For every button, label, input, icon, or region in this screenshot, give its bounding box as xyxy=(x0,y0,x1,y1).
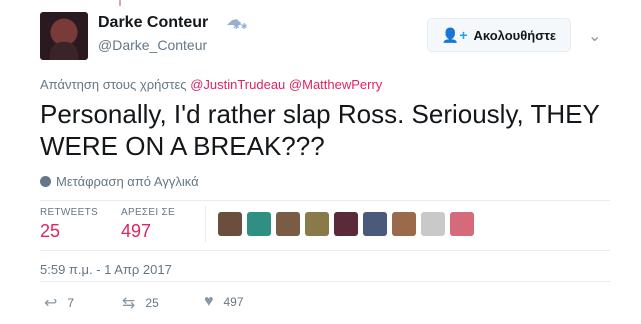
stats-separator xyxy=(205,206,206,242)
snow-icon: ✱✱ xyxy=(233,22,249,31)
mention-link[interactable]: @JustinTrudeau xyxy=(190,77,285,92)
divider xyxy=(40,250,610,251)
reply-context: Απάντηση στους χρήστες @JustinTrudeau @M… xyxy=(40,77,382,92)
follow-user-icon: 👤+ xyxy=(441,26,468,43)
liker-avatar[interactable] xyxy=(276,212,300,236)
display-name[interactable]: Darke Conteur xyxy=(98,14,208,32)
liker-avatar[interactable] xyxy=(363,212,387,236)
retweet-count: 25 xyxy=(145,296,159,310)
liker-avatar[interactable] xyxy=(218,212,242,236)
translate-link[interactable]: Μετάφραση από Αγγλικά xyxy=(40,174,199,189)
liker-avatar[interactable] xyxy=(421,212,445,236)
retweets-count[interactable]: 25 xyxy=(40,221,60,242)
follow-button[interactable]: 👤+ Ακολουθήστε xyxy=(427,18,571,52)
retweet-icon: ⇆ xyxy=(122,295,136,312)
globe-icon xyxy=(40,176,51,187)
user-handle[interactable]: @Darke_Conteur xyxy=(98,37,207,53)
likes-count[interactable]: 497 xyxy=(121,221,151,242)
translate-label: Μετάφραση από Αγγλικά xyxy=(56,174,199,189)
liker-avatars xyxy=(218,212,474,236)
chevron-down-icon[interactable]: ⌄ xyxy=(588,26,601,46)
reply-button[interactable]: ↩ 7 xyxy=(44,293,74,313)
reply-count: 7 xyxy=(67,296,75,310)
reply-prefix: Απάντηση στους χρήστες xyxy=(40,77,187,92)
tweet-text: Personally, I'd rather slap Ross. Seriou… xyxy=(40,99,600,161)
tweet-timestamp[interactable]: 5:59 π.μ. - 1 Απρ 2017 xyxy=(40,262,172,277)
follow-button-label: Ακολουθήστε xyxy=(473,27,557,43)
like-count: 497 xyxy=(223,295,244,309)
retweets-label: RETWEETS xyxy=(40,207,98,218)
avatar[interactable] xyxy=(40,12,88,60)
liker-avatar[interactable] xyxy=(305,212,329,236)
liker-avatar[interactable] xyxy=(247,212,271,236)
mention-link[interactable]: @MatthewPerry xyxy=(289,77,382,92)
divider xyxy=(40,200,610,201)
divider xyxy=(40,281,610,282)
liker-avatar[interactable] xyxy=(450,212,474,236)
top-divider xyxy=(119,0,121,6)
likes-label: ΑΡΕΣΕΙ ΣΕ xyxy=(121,207,175,218)
retweet-button[interactable]: ⇆ 25 xyxy=(122,293,159,313)
liker-avatar[interactable] xyxy=(392,212,416,236)
reply-icon: ↩ xyxy=(44,295,58,312)
liker-avatar[interactable] xyxy=(334,212,358,236)
heart-icon: ♥ xyxy=(204,293,214,310)
like-button[interactable]: ♥ 497 xyxy=(204,293,244,311)
